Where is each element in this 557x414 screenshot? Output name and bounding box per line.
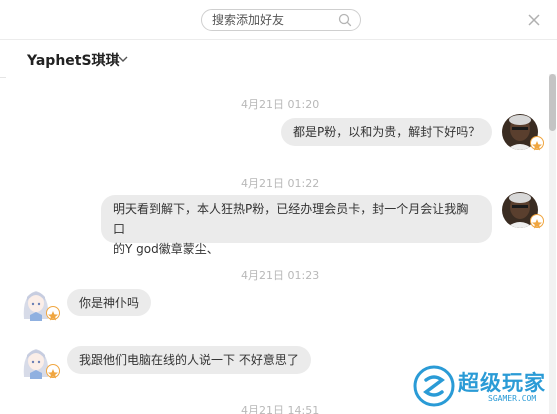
badge-star-icon	[530, 136, 544, 151]
message-bubble-incoming[interactable]: 我跟他们电脑在线的人说一下 不好意思了	[67, 346, 311, 374]
message-text-line: 明天看到解下，本人狂热P粉，已经办理会员卡，封一个月会让我胸口	[113, 202, 469, 236]
watermark-name: 超级玩家	[458, 371, 546, 395]
chat-header: YaphetS琪琪	[0, 41, 557, 77]
close-icon[interactable]	[526, 12, 542, 28]
sgamer-logo-icon	[413, 365, 455, 407]
badge-star-icon	[46, 306, 60, 321]
message-timestamp: 4月21日 14:51	[241, 404, 320, 414]
search-box[interactable]	[201, 9, 361, 31]
message-timestamp: 4月21日 01:20	[241, 98, 320, 111]
chat-title[interactable]: YaphetS琪琪	[27, 50, 120, 70]
watermark-logo: 超级玩家 SGAMER.COM	[410, 361, 555, 411]
message-timestamp: 4月21日 01:23	[241, 269, 320, 282]
search-icon[interactable]	[338, 13, 352, 27]
message-text-line: 的Y god徽章蒙尘、	[113, 242, 219, 256]
top-bar	[0, 0, 557, 40]
search-input[interactable]	[212, 12, 332, 28]
message-bubble-outgoing[interactable]: 都是P粉，以和为贵，解封下好吗？	[281, 118, 493, 146]
chevron-down-icon[interactable]	[117, 53, 129, 65]
message-bubble-incoming[interactable]: 你是神仆吗	[67, 289, 152, 316]
watermark-sub: SGAMER.COM	[488, 394, 537, 403]
scrollbar-thumb[interactable]	[549, 74, 556, 131]
badge-star-icon	[530, 214, 544, 229]
divider	[0, 77, 6, 95]
badge-star-icon	[46, 364, 60, 379]
message-timestamp: 4月21日 01:22	[241, 177, 320, 190]
message-bubble-outgoing[interactable]: 明天看到解下，本人狂热P粉，已经办理会员卡，封一个月会让我胸口 的Y god徽章…	[101, 195, 492, 256]
